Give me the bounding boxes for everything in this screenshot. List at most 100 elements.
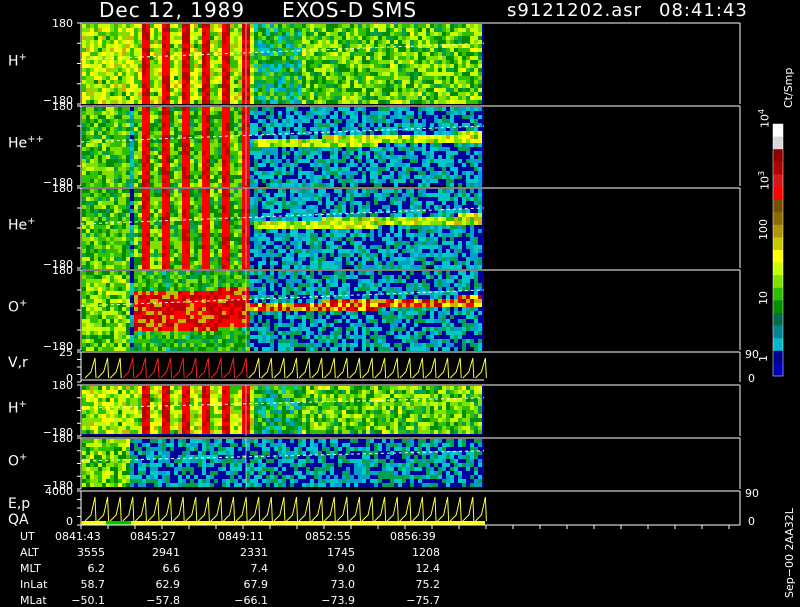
heatmap-cell: [350, 175, 354, 179]
heatmap-cell: [234, 92, 238, 96]
heatmap-cell: [198, 107, 202, 111]
heatmap-cell: [198, 111, 202, 115]
heatmap-cell: [478, 44, 482, 48]
heatmap-cell: [318, 44, 322, 48]
heatmap-cell: [338, 249, 342, 253]
heatmap-cell: [202, 143, 206, 147]
heatmap-cell: [266, 64, 270, 68]
heatmap-cell: [138, 183, 142, 187]
heatmap-cell: [154, 167, 158, 171]
heatmap-cell: [326, 233, 330, 237]
heatmap-cell: [154, 84, 158, 88]
heatmap-cell: [330, 245, 334, 249]
heatmap-cell: [94, 237, 98, 241]
heatmap-cell: [278, 237, 282, 241]
heatmap-cell: [370, 92, 374, 96]
heatmap-cell: [158, 221, 162, 225]
heatmap-cell: [250, 167, 254, 171]
heatmap-cell: [342, 197, 346, 201]
heatmap-cell: [334, 48, 338, 52]
heatmap-cell: [378, 24, 382, 28]
heatmap-cell: [122, 143, 126, 147]
heatmap-cell: [166, 261, 170, 265]
heatmap-cell: [386, 60, 390, 64]
heatmap-cell: [358, 72, 362, 76]
heatmap-cell: [450, 52, 454, 56]
heatmap-cell: [86, 201, 90, 205]
heatmap-cell: [206, 111, 210, 115]
heatmap-cell: [366, 96, 370, 100]
heatmap-cell: [142, 72, 146, 76]
heatmap-cell: [426, 151, 430, 155]
heatmap-cell: [122, 189, 126, 193]
heatmap-cell: [82, 64, 86, 68]
heatmap-cell: [174, 44, 178, 48]
heatmap-cell: [178, 193, 182, 197]
heatmap-cell: [314, 253, 318, 257]
heatmap-cell: [434, 147, 438, 151]
heatmap-cell: [150, 60, 154, 64]
heatmap-cell: [134, 28, 138, 32]
heatmap-cell: [150, 253, 154, 257]
heatmap-cell: [98, 265, 102, 269]
heatmap-cell: [318, 175, 322, 179]
heatmap-cell: [182, 167, 186, 171]
heatmap-cell: [122, 237, 126, 241]
heatmap-cell: [198, 167, 202, 171]
heatmap-cell: [362, 253, 366, 257]
heatmap-cell: [342, 217, 346, 221]
heatmap-cell: [182, 159, 186, 163]
heatmap-cell: [294, 151, 298, 155]
heatmap-cell: [238, 119, 242, 123]
heatmap-cell: [230, 221, 234, 225]
heatmap-cell: [254, 183, 258, 187]
heatmap-cell: [166, 139, 170, 143]
heatmap-cell: [278, 88, 282, 92]
heatmap-cell: [102, 171, 106, 175]
heatmap-cell: [122, 205, 126, 209]
heatmap-cell: [246, 175, 250, 179]
heatmap-cell: [418, 64, 422, 68]
heatmap-cell: [374, 64, 378, 68]
heatmap-cell: [142, 32, 146, 36]
heatmap-cell: [442, 36, 446, 40]
heatmap-cell: [362, 257, 366, 261]
heatmap-cell: [398, 44, 402, 48]
heatmap-cell: [210, 209, 214, 213]
heatmap-cell: [146, 167, 150, 171]
heatmap-cell: [262, 119, 266, 123]
heatmap-cell: [410, 167, 414, 171]
heatmap-cell: [238, 197, 242, 201]
heatmap-cell: [174, 189, 178, 193]
heatmap-cell: [174, 213, 178, 217]
heatmap-cell: [446, 36, 450, 40]
heatmap-cell: [366, 265, 370, 269]
heatmap-cell: [350, 60, 354, 64]
heatmap-cell: [326, 245, 330, 249]
heatmap-cell: [398, 88, 402, 92]
heatmap-cell: [146, 147, 150, 151]
heatmap-cell: [386, 119, 390, 123]
heatmap-cell: [466, 115, 470, 119]
heatmap-cell: [414, 92, 418, 96]
heatmap-cell: [242, 139, 246, 143]
heatmap-cell: [222, 229, 226, 233]
heatmap-cell: [122, 225, 126, 229]
heatmap-cell: [314, 237, 318, 241]
heatmap-cell: [206, 159, 210, 163]
heatmap-cell: [322, 257, 326, 261]
heatmap-cell: [298, 68, 302, 72]
heatmap-cell: [362, 56, 366, 60]
heatmap-cell: [238, 111, 242, 115]
heatmap-cell: [302, 221, 306, 225]
heatmap-cell: [190, 139, 194, 143]
heatmap-cell: [130, 155, 134, 159]
heatmap-cell: [314, 249, 318, 253]
heatmap-cell: [350, 147, 354, 151]
heatmap-cell: [178, 40, 182, 44]
heatmap-cell: [282, 167, 286, 171]
heatmap-cell: [158, 237, 162, 241]
heatmap-cell: [302, 193, 306, 197]
heatmap-cell: [430, 48, 434, 52]
heatmap-cell: [274, 28, 278, 32]
